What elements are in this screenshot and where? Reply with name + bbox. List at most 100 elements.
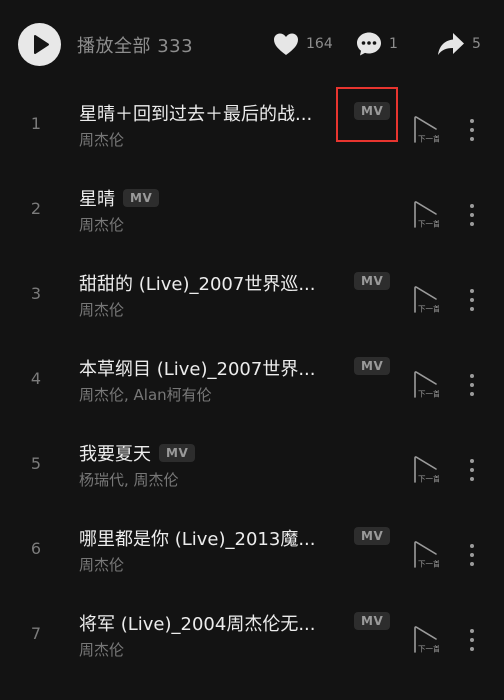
track-number: 4	[30, 369, 42, 388]
song-row[interactable]: 3 甜甜的 (Live)_2007世界巡... MV 周杰伦 下一首	[0, 258, 504, 343]
share-arrow-icon	[438, 33, 464, 55]
play-next-icon-label: 下一首	[418, 474, 439, 484]
track-number: 2	[30, 199, 42, 218]
artist-name: 周杰伦	[79, 301, 125, 319]
more-dot	[470, 553, 474, 557]
mv-badge[interactable]: MV	[354, 612, 391, 630]
more-dot	[470, 128, 474, 132]
play-next-button[interactable]: 下一首	[409, 115, 441, 145]
mv-badge[interactable]: MV	[354, 272, 391, 290]
artist-name: 杨瑞代, 周杰伦	[79, 471, 179, 489]
play-next-button[interactable]: 下一首	[409, 625, 441, 655]
artist-name: 周杰伦	[79, 216, 125, 234]
play-next-icon-label: 下一首	[418, 219, 439, 229]
more-dot	[470, 459, 474, 463]
track-number: 7	[30, 624, 42, 643]
play-next-icon: 下一首	[414, 626, 441, 654]
more-dot	[470, 222, 474, 226]
more-dot	[470, 137, 474, 141]
mv-badge[interactable]: MV	[354, 527, 391, 545]
play-next-icon: 下一首	[414, 456, 441, 484]
mv-badge[interactable]: MV	[354, 357, 391, 375]
more-dot	[470, 477, 474, 481]
more-options-button[interactable]	[460, 200, 484, 230]
song-title: 星晴	[79, 189, 115, 210]
title-line: 星晴 MV	[79, 185, 160, 211]
artist-name: 周杰伦	[79, 641, 125, 659]
play-next-icon-label: 下一首	[418, 304, 439, 314]
play-all-button[interactable]	[18, 23, 61, 66]
play-icon	[34, 35, 49, 54]
song-row[interactable]: 4 本草纲目 (Live)_2007世界... MV 周杰伦, Alan柯有伦 …	[0, 343, 504, 428]
song-title: 哪里都是你 (Live)_2013魔...	[79, 529, 316, 550]
more-dot	[470, 383, 474, 387]
more-options-button[interactable]	[460, 540, 484, 570]
track-number: 3	[30, 284, 42, 303]
more-options-button[interactable]	[460, 115, 484, 145]
track-number: 1	[30, 114, 42, 133]
play-next-icon-label: 下一首	[418, 644, 439, 654]
play-next-icon: 下一首	[414, 286, 441, 314]
play-next-icon-label: 下一首	[418, 134, 439, 144]
title-line: 本草纲目 (Live)_2007世界...	[79, 355, 316, 381]
title-line: 星晴＋回到过去＋最后的战...	[79, 100, 312, 126]
artist-name: 周杰伦	[79, 556, 125, 574]
comment-button[interactable]: 1	[355, 28, 398, 60]
song-title: 星晴＋回到过去＋最后的战...	[79, 104, 313, 125]
more-dot	[470, 298, 474, 302]
track-number: 5	[30, 454, 42, 473]
more-dot	[470, 647, 474, 651]
song-title: 本草纲目 (Live)_2007世界...	[79, 359, 316, 380]
share-button[interactable]: 5	[436, 28, 481, 60]
more-dot	[470, 638, 474, 642]
more-options-button[interactable]	[460, 455, 484, 485]
artist-name: 周杰伦, Alan柯有伦	[79, 386, 212, 404]
mv-badge[interactable]: MV	[159, 444, 196, 462]
play-next-button[interactable]: 下一首	[409, 200, 441, 230]
song-row[interactable]: 7 将军 (Live)_2004周杰伦无... MV 周杰伦 下一首	[0, 598, 504, 683]
mv-badge[interactable]: MV	[123, 189, 160, 207]
play-next-icon: 下一首	[414, 201, 441, 229]
song-row[interactable]: 2 星晴 MV 周杰伦 下一首	[0, 173, 504, 258]
play-next-button[interactable]: 下一首	[409, 455, 441, 485]
song-title: 将军 (Live)_2004周杰伦无...	[79, 614, 316, 635]
play-next-icon-label: 下一首	[418, 559, 439, 569]
mv-highlight-box	[336, 87, 398, 142]
more-options-button[interactable]	[460, 370, 484, 400]
play-next-button[interactable]: 下一首	[409, 540, 441, 570]
more-dot	[470, 544, 474, 548]
song-row[interactable]: 6 哪里都是你 (Live)_2013魔... MV 周杰伦 下一首	[0, 513, 504, 598]
more-options-button[interactable]	[460, 625, 484, 655]
play-next-button[interactable]: 下一首	[409, 370, 441, 400]
more-dot	[470, 213, 474, 217]
more-dot	[470, 629, 474, 633]
share-count: 5	[472, 36, 481, 52]
play-next-icon: 下一首	[414, 371, 441, 399]
song-title: 我要夏天	[79, 444, 151, 465]
like-button[interactable]: 164	[272, 28, 333, 60]
title-line: 哪里都是你 (Live)_2013魔...	[79, 525, 316, 551]
more-dot	[470, 307, 474, 311]
title-line: 甜甜的 (Live)_2007世界巡...	[79, 270, 316, 296]
play-next-icon: 下一首	[414, 116, 441, 144]
title-line: 我要夏天 MV	[79, 440, 196, 466]
more-dot	[470, 204, 474, 208]
play-next-icon: 下一首	[414, 541, 441, 569]
comment-count: 1	[389, 36, 398, 52]
more-dot	[470, 119, 474, 123]
more-dot	[470, 562, 474, 566]
artist-name: 周杰伦	[79, 131, 125, 149]
more-dot	[470, 392, 474, 396]
more-options-button[interactable]	[460, 285, 484, 315]
play-next-icon-label: 下一首	[418, 389, 439, 399]
song-title: 甜甜的 (Live)_2007世界巡...	[79, 274, 316, 295]
more-dot	[470, 468, 474, 472]
title-line: 将军 (Live)_2004周杰伦无...	[79, 610, 316, 636]
playlist-header: 播放全部 333 164 1 5	[0, 0, 504, 88]
song-row[interactable]: 1 星晴＋回到过去＋最后的战... MV 周杰伦 下一首	[0, 88, 504, 173]
more-dot	[470, 374, 474, 378]
song-row[interactable]: 5 我要夏天 MV 杨瑞代, 周杰伦 下一首	[0, 428, 504, 513]
play-all-label[interactable]: 播放全部 333	[77, 32, 193, 58]
play-next-button[interactable]: 下一首	[409, 285, 441, 315]
like-count: 164	[306, 36, 333, 52]
